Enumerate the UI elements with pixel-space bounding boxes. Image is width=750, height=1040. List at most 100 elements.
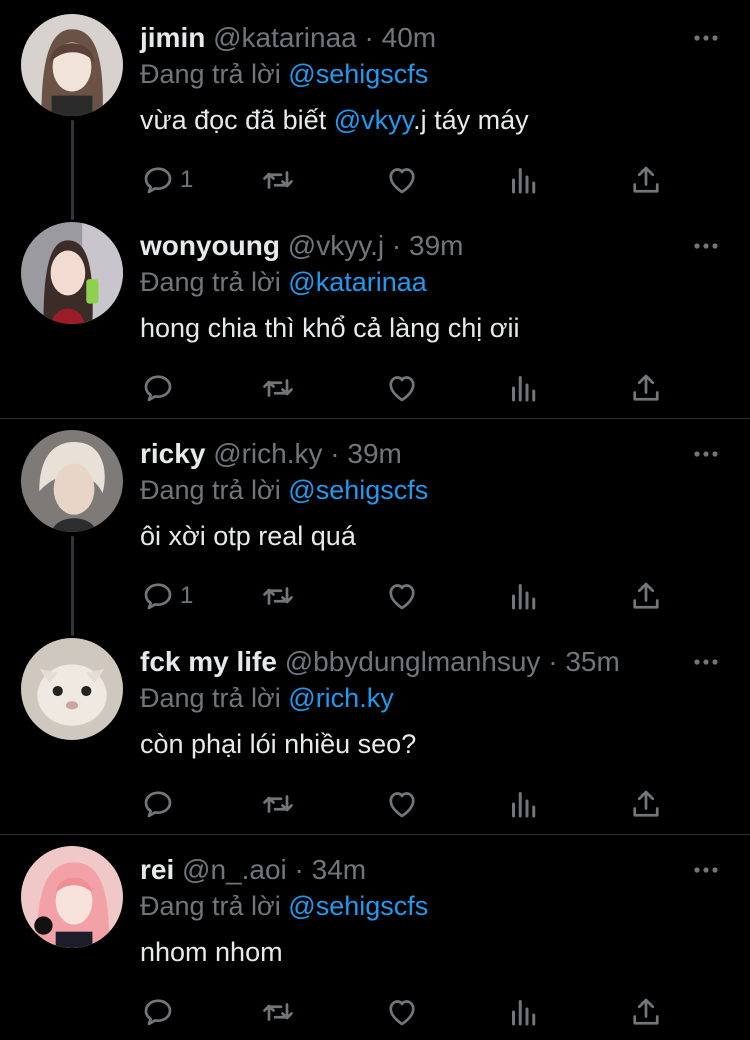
timestamp[interactable]: 40m bbox=[382, 22, 436, 53]
thread-line bbox=[71, 536, 74, 636]
tweet-text-part: vừa đọc đã biết bbox=[140, 105, 334, 135]
timestamp[interactable]: 34m bbox=[312, 854, 366, 885]
reply-mention[interactable]: @katarinaa bbox=[288, 267, 426, 297]
retweet-icon bbox=[263, 379, 293, 397]
views-icon bbox=[512, 584, 536, 610]
reply-button[interactable]: 1 bbox=[140, 160, 193, 200]
views-icon bbox=[512, 792, 536, 818]
retweet-button[interactable] bbox=[260, 368, 296, 408]
thread-line bbox=[71, 120, 74, 220]
share-button[interactable] bbox=[628, 576, 664, 616]
avatar[interactable] bbox=[21, 222, 123, 324]
reply-icon bbox=[144, 167, 172, 194]
views-button[interactable] bbox=[506, 368, 542, 408]
reply-mention[interactable]: @rich.ky bbox=[288, 683, 393, 713]
separator-dot: · bbox=[330, 438, 340, 469]
retweet-button[interactable] bbox=[260, 992, 296, 1032]
display-name[interactable]: rei bbox=[140, 854, 174, 885]
more-icon[interactable] bbox=[692, 24, 720, 52]
tweet-text-part: hong chia thì khổ cả làng chị ơii bbox=[140, 313, 520, 343]
avatar[interactable] bbox=[21, 14, 123, 116]
user-handle[interactable]: @bbydunglmanhsuy bbox=[285, 646, 541, 677]
action-bar bbox=[140, 784, 680, 824]
like-button[interactable] bbox=[384, 784, 420, 824]
share-button[interactable] bbox=[628, 160, 664, 200]
views-button[interactable] bbox=[506, 992, 542, 1032]
timestamp[interactable]: 39m bbox=[409, 230, 463, 261]
user-handle[interactable]: @rich.ky bbox=[213, 438, 322, 469]
tweet-text: vừa đọc đã biết @vkyy.j táy máy bbox=[140, 102, 529, 138]
retweet-button[interactable] bbox=[260, 784, 296, 824]
views-button[interactable] bbox=[506, 784, 542, 824]
reply-mention[interactable]: @sehigscfs bbox=[288, 891, 428, 921]
retweet-icon bbox=[263, 795, 293, 813]
reply-mention[interactable]: @sehigscfs bbox=[288, 475, 428, 505]
tweet-text: ôi xời otp real quá bbox=[140, 518, 356, 554]
tweet-text: hong chia thì khổ cả làng chị ơii bbox=[140, 310, 519, 346]
tweet-text-part: ôi xời otp real quá bbox=[140, 521, 356, 551]
reply-prefix: Đang trả lời bbox=[140, 59, 281, 89]
reply-icon bbox=[144, 375, 172, 402]
reply-context: Đang trả lời @sehigscfs bbox=[140, 56, 428, 92]
display-name[interactable]: jimin bbox=[140, 22, 205, 53]
timestamp[interactable]: 39m bbox=[347, 438, 401, 469]
user-handle[interactable]: @vkyy.j bbox=[288, 230, 384, 261]
avatar[interactable] bbox=[21, 638, 123, 740]
avatar[interactable] bbox=[21, 846, 123, 948]
reply-context: Đang trả lời @katarinaa bbox=[140, 264, 427, 300]
reply-button[interactable]: 1 bbox=[140, 576, 193, 616]
heart-icon bbox=[389, 168, 415, 194]
more-icon[interactable] bbox=[692, 440, 720, 468]
display-name[interactable]: fck my life bbox=[140, 646, 277, 677]
like-button[interactable] bbox=[384, 368, 420, 408]
retweet-button[interactable] bbox=[260, 160, 296, 200]
like-button[interactable] bbox=[384, 160, 420, 200]
retweet-icon bbox=[263, 171, 293, 189]
reply-button[interactable] bbox=[140, 368, 180, 408]
share-icon bbox=[633, 790, 659, 817]
avatar[interactable] bbox=[21, 430, 123, 532]
reply-button[interactable] bbox=[140, 992, 180, 1032]
retweet-button[interactable] bbox=[260, 576, 296, 616]
tweet[interactable]: jimin @katarinaa · 40m Đang trả lời @seh… bbox=[0, 0, 750, 220]
user-handle[interactable]: @katarinaa bbox=[213, 22, 357, 53]
tweet[interactable]: fck my life @bbydunglmanhsuy · 35m Đang … bbox=[0, 624, 750, 832]
separator-dot: · bbox=[391, 230, 402, 261]
heart-icon bbox=[389, 584, 415, 610]
more-icon[interactable] bbox=[692, 648, 720, 676]
reply-icon bbox=[144, 583, 172, 610]
share-icon bbox=[633, 166, 659, 193]
tweet[interactable]: ricky @rich.ky · 39m Đang trả lời @sehig… bbox=[0, 416, 750, 636]
reply-prefix: Đang trả lời bbox=[140, 475, 281, 505]
reply-icon bbox=[144, 999, 172, 1026]
user-handle[interactable]: @n_.aoi bbox=[182, 854, 287, 885]
like-button[interactable] bbox=[384, 992, 420, 1032]
tweet-header: fck my life @bbydunglmanhsuy · 35m bbox=[140, 644, 620, 680]
share-button[interactable] bbox=[628, 992, 664, 1032]
views-button[interactable] bbox=[506, 160, 542, 200]
views-icon bbox=[512, 1000, 536, 1026]
share-icon bbox=[633, 582, 659, 609]
like-button[interactable] bbox=[384, 576, 420, 616]
tweet[interactable]: wonyoung @vkyy.j · 39m Đang trả lời @kat… bbox=[0, 208, 750, 416]
inline-mention[interactable]: @vkyy bbox=[334, 105, 413, 135]
more-icon[interactable] bbox=[692, 856, 720, 884]
share-button[interactable] bbox=[628, 368, 664, 408]
tweet-header: rei @n_.aoi · 34m bbox=[140, 852, 366, 888]
reply-button[interactable] bbox=[140, 784, 180, 824]
more-icon[interactable] bbox=[692, 232, 720, 260]
reply-prefix: Đang trả lời bbox=[140, 267, 281, 297]
share-button[interactable] bbox=[628, 784, 664, 824]
tweet-text: nhom nhom bbox=[140, 934, 283, 970]
retweet-icon bbox=[263, 587, 293, 605]
reply-prefix: Đang trả lời bbox=[140, 891, 281, 921]
views-button[interactable] bbox=[506, 576, 542, 616]
display-name[interactable]: wonyoung bbox=[140, 230, 280, 261]
tweet-header: ricky @rich.ky · 39m bbox=[140, 436, 402, 472]
display-name[interactable]: ricky bbox=[140, 438, 205, 469]
tweet-header: wonyoung @vkyy.j · 39m bbox=[140, 228, 463, 264]
reply-mention[interactable]: @sehigscfs bbox=[288, 59, 428, 89]
tweet[interactable]: rei @n_.aoi · 34m Đang trả lời @sehigscf… bbox=[0, 832, 750, 1040]
tweet-header: jimin @katarinaa · 40m bbox=[140, 20, 436, 56]
timestamp[interactable]: 35m bbox=[565, 646, 619, 677]
